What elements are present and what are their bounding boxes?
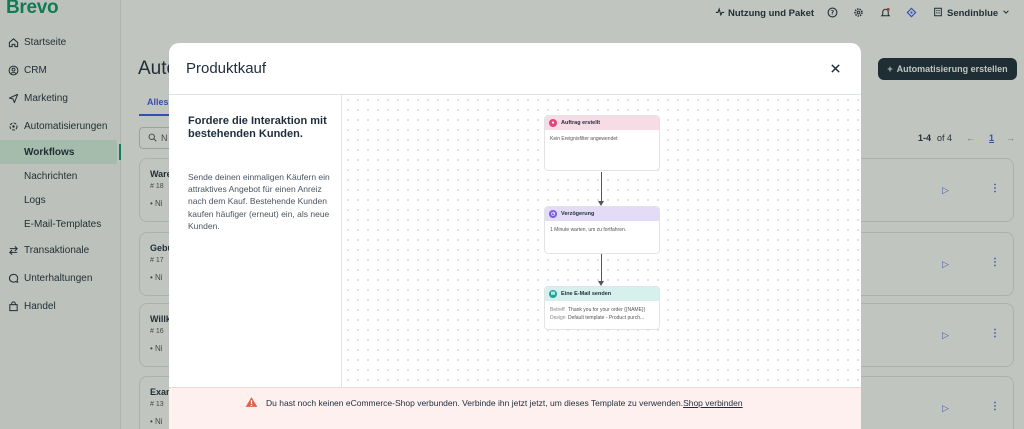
- flow-connector: [601, 254, 602, 282]
- connect-shop-link[interactable]: Shop verbinden: [683, 398, 743, 408]
- flow-node-title: Verzögerung: [561, 211, 595, 217]
- flow-connector: [601, 172, 602, 203]
- flow-node-body: Kein Ereignisfilter angewendet: [550, 136, 618, 142]
- flow-node-body: 1 Minute warten, um zu fortfahren.: [550, 227, 627, 233]
- flow-node-delay[interactable]: ◷ Verzögerung 1 Minute warten, um zu for…: [544, 206, 660, 254]
- modal-title: Produktkauf: [186, 60, 267, 77]
- workflow-canvas[interactable]: ● Auftrag erstellt Kein Ereignisfilter a…: [343, 95, 861, 429]
- flow-node-trigger[interactable]: ● Auftrag erstellt Kein Ereignisfilter a…: [544, 115, 660, 171]
- flow-node-body: Betreff Thank you for your order {{NAME}}…: [550, 307, 646, 321]
- flow-node-header: ✉ Eine E-Mail senden: [545, 287, 659, 301]
- mail-icon: ✉: [549, 290, 557, 298]
- template-description: Sende deinen einmaligen Käufern ein attr…: [188, 172, 330, 231]
- template-info-panel: Fordere die Interaktion mit bestehenden …: [169, 95, 342, 429]
- flow-node-header: ● Auftrag erstellt: [545, 116, 659, 130]
- close-icon[interactable]: [827, 60, 843, 76]
- flow-node-title: Auftrag erstellt: [561, 120, 601, 126]
- clock-icon: ◷: [549, 210, 557, 218]
- template-preview-modal: Produktkauf Fordere die Interaktion mit …: [169, 43, 861, 429]
- flow-node-header: ◷ Verzögerung: [545, 207, 659, 221]
- warning-text: Du hast noch keinen eCommerce-Shop verbu…: [266, 398, 743, 408]
- flow-node-title: Eine E-Mail senden: [561, 291, 612, 297]
- cart-icon: ●: [549, 119, 557, 127]
- shop-connection-warning: Du hast noch keinen eCommerce-Shop verbu…: [169, 387, 861, 429]
- template-heading: Fordere die Interaktion mit bestehenden …: [188, 115, 327, 140]
- warning-triangle-icon: [245, 396, 258, 410]
- flow-node-send-email[interactable]: ✉ Eine E-Mail senden Betreff Thank you fo…: [544, 286, 660, 330]
